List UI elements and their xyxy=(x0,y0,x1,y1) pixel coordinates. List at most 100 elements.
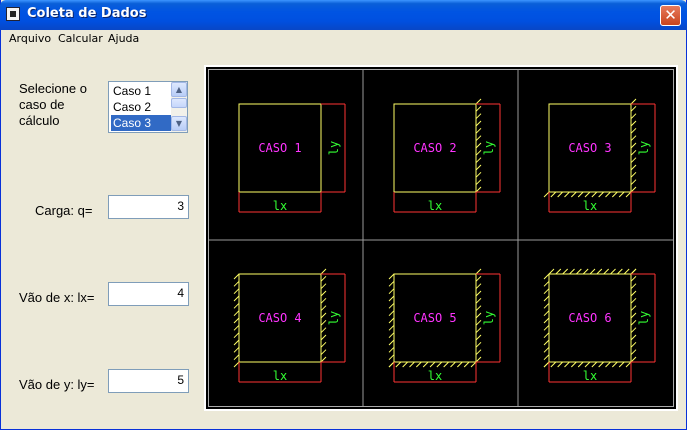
window-title: Coleta de Dados xyxy=(27,6,147,21)
support-left-hatch-5-stroke xyxy=(388,295,395,302)
support-right-hatch-2-stroke xyxy=(475,135,482,142)
support-top-hatch-6-stroke xyxy=(548,268,555,275)
support-bottom-hatch-6-stroke xyxy=(550,361,557,368)
support-left-hatch-6-stroke xyxy=(543,288,550,295)
support-bottom-hatch-5-stroke xyxy=(388,361,395,368)
scroll-up-icon[interactable]: ▲ xyxy=(171,82,187,97)
support-left-hatch-5-stroke xyxy=(388,354,395,361)
support-right-hatch-3-stroke xyxy=(630,98,637,105)
support-left-hatch-4-stroke xyxy=(233,361,240,368)
support-right-hatch-4-stroke xyxy=(320,319,327,326)
support-left-hatch-4-stroke xyxy=(233,288,240,295)
carga-input[interactable]: 3 xyxy=(108,195,189,219)
support-left-hatch-4-stroke xyxy=(233,302,240,309)
cases-diagram: lx ly CASO 1 lx ly CASO 2 lx ly CASO 3 lx ly CASO 4… xyxy=(209,70,673,406)
support-bottom-hatch-5-stroke xyxy=(395,361,402,368)
support-right-hatch-2-stroke xyxy=(475,113,482,120)
support-right-hatch-4-stroke xyxy=(320,312,327,319)
support-right-hatch-2-stroke xyxy=(475,105,482,112)
support-left-hatch-5-stroke xyxy=(388,288,395,295)
menu-calcular[interactable]: Calcular xyxy=(58,32,103,45)
support-right-hatch-5-stroke xyxy=(475,327,482,334)
support-right-hatch-6-stroke xyxy=(630,349,637,356)
dim-ly-text-1: ly xyxy=(327,141,341,155)
support-right-hatch-4-stroke xyxy=(320,356,327,363)
support-top-hatch-6-stroke xyxy=(610,268,616,275)
support-right-hatch-5-stroke xyxy=(475,341,482,348)
support-right-hatch-4-stroke xyxy=(320,305,327,312)
support-right-hatch-5-stroke xyxy=(475,268,482,275)
support-right-hatch-2-stroke xyxy=(475,179,482,186)
list-item-caso-3[interactable]: Caso 3 xyxy=(111,115,171,131)
app-icon[interactable] xyxy=(6,7,20,21)
support-right-hatch-3-stroke xyxy=(630,171,637,178)
support-top-hatch-6-stroke xyxy=(582,268,589,275)
support-right-hatch-4-stroke xyxy=(320,268,327,275)
support-right-hatch-6-stroke xyxy=(630,356,637,363)
support-bottom-hatch-6-stroke xyxy=(584,361,591,368)
support-bottom-hatch-5-stroke xyxy=(450,361,456,368)
menu-ajuda[interactable]: Ajuda xyxy=(108,32,139,45)
dim-lx-text-3: lx xyxy=(583,199,597,213)
canvas-frame: lx ly CASO 1 lx ly CASO 2 lx ly CASO 3 lx ly CASO 4… xyxy=(208,69,674,407)
support-bottom-hatch-3-stroke xyxy=(570,191,577,198)
support-left-hatch-5-stroke xyxy=(388,317,395,324)
support-right-hatch-5-stroke xyxy=(475,297,482,304)
case-listbox[interactable]: Caso 1 Caso 2 Caso 3 ▲ ▼ xyxy=(108,81,188,133)
support-left-hatch-6-stroke xyxy=(543,280,550,287)
support-right-hatch-4-stroke xyxy=(320,290,327,297)
carga-label: Carga: q= xyxy=(35,203,93,218)
support-bottom-hatch-3-stroke xyxy=(550,191,557,198)
support-right-hatch-3-stroke xyxy=(630,157,637,164)
main-window: Coleta de Dados ✕ Arquivo Calcular Ajuda… xyxy=(0,0,687,430)
support-right-hatch-4-stroke xyxy=(320,275,327,282)
case-selector-label-line3: cálculo xyxy=(19,113,60,128)
support-bottom-hatch-3-stroke xyxy=(618,191,625,198)
menu-bar: Arquivo Calcular Ajuda xyxy=(1,30,687,48)
support-right-hatch-6-stroke xyxy=(630,290,637,297)
list-item-caso-2[interactable]: Caso 2 xyxy=(111,99,171,115)
support-bottom-hatch-5-stroke xyxy=(456,361,463,368)
scroll-thumb[interactable] xyxy=(171,98,187,108)
support-left-hatch-6-stroke xyxy=(543,273,550,280)
support-left-hatch-6-stroke xyxy=(543,302,550,309)
support-left-hatch-5-stroke xyxy=(388,302,395,309)
support-left-hatch-6-stroke xyxy=(543,354,550,361)
case-name-3: CASO 3 xyxy=(568,141,611,155)
close-button[interactable]: ✕ xyxy=(660,5,681,26)
support-left-hatch-6-stroke xyxy=(543,317,550,324)
case-name-5: CASO 5 xyxy=(413,311,456,325)
support-right-hatch-2-stroke xyxy=(475,149,482,156)
support-bottom-hatch-3-stroke xyxy=(598,191,605,198)
support-bottom-hatch-5-stroke xyxy=(415,361,422,368)
support-left-hatch-4-stroke xyxy=(233,346,240,353)
support-right-hatch-6-stroke xyxy=(630,275,637,282)
list-item-caso-1[interactable]: Caso 1 xyxy=(111,83,171,99)
scroll-down-icon[interactable]: ▼ xyxy=(171,116,187,131)
support-right-hatch-3-stroke xyxy=(630,179,637,186)
vao-x-label: Vão de x: lx= xyxy=(19,290,95,305)
support-left-hatch-6-stroke xyxy=(543,346,550,353)
support-bottom-hatch-6-stroke xyxy=(564,361,570,368)
support-bottom-hatch-3-stroke xyxy=(564,191,570,198)
listbox-scrollbar[interactable]: ▲ ▼ xyxy=(171,82,187,132)
dim-lx-text-6: lx xyxy=(583,369,597,383)
support-right-hatch-5-stroke xyxy=(475,319,482,326)
case-diagram-canvas: lx ly CASO 1 lx ly CASO 2 lx ly CASO 3 lx ly CASO 4… xyxy=(204,65,678,411)
support-bottom-hatch-5-stroke xyxy=(402,361,409,368)
support-left-hatch-4-stroke xyxy=(233,310,240,317)
support-top-hatch-6-stroke xyxy=(603,268,610,275)
vao-x-input[interactable]: 4 xyxy=(108,282,189,306)
support-bottom-hatch-3-stroke xyxy=(557,191,564,198)
support-right-hatch-4-stroke xyxy=(320,297,327,304)
support-right-hatch-3-stroke xyxy=(630,113,637,120)
vao-y-input[interactable]: 5 xyxy=(108,369,189,393)
vao-y-label: Vão de y: ly= xyxy=(19,377,95,392)
menu-arquivo[interactable]: Arquivo xyxy=(9,32,51,45)
support-left-hatch-4-stroke xyxy=(233,317,240,324)
support-right-hatch-2-stroke xyxy=(475,98,482,105)
dim-ly-text-3: ly xyxy=(637,141,651,155)
support-top-hatch-6-stroke xyxy=(589,268,596,275)
title-bar[interactable]: Coleta de Dados ✕ xyxy=(0,0,687,30)
support-left-hatch-4-stroke xyxy=(233,295,240,302)
